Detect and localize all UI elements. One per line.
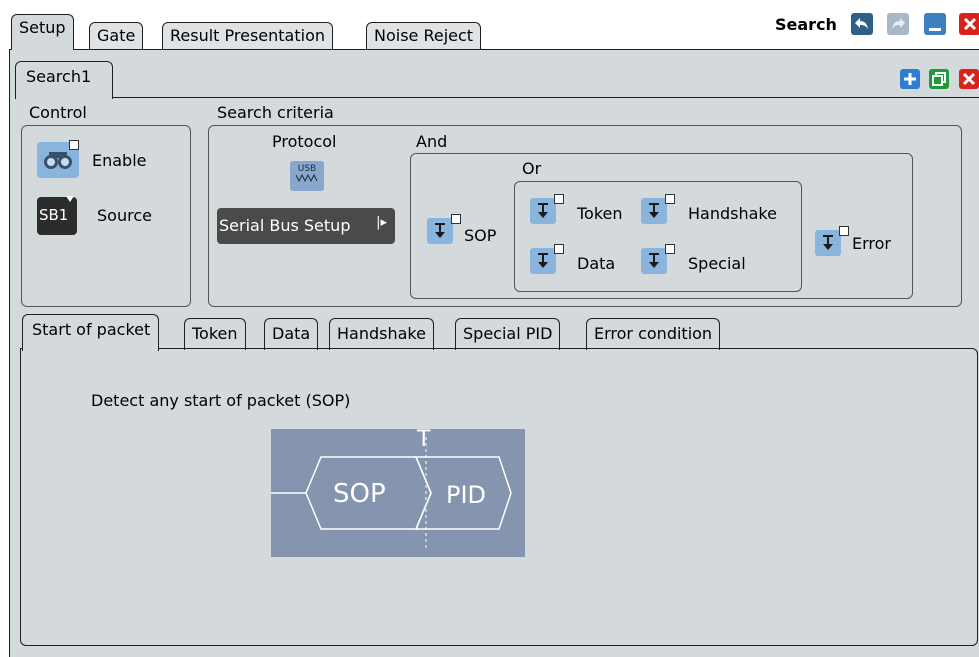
redo-icon[interactable] — [887, 13, 909, 35]
window-title: Search — [775, 15, 837, 34]
add-search-icon[interactable] — [900, 69, 920, 89]
handshake-toggle[interactable] — [641, 198, 667, 224]
tab-special-pid-label: Special PID — [463, 324, 553, 343]
trigger-marker: T — [417, 427, 431, 452]
undo-icon[interactable] — [851, 13, 873, 35]
source-button[interactable]: SB1 — [37, 197, 77, 235]
diagram-pid-label: PID — [446, 481, 487, 509]
trigger-down-icon — [538, 203, 548, 218]
delete-search-icon[interactable] — [959, 69, 979, 89]
tab-token[interactable]: Token — [184, 318, 246, 350]
sub-tab-divider — [112, 97, 979, 98]
special-label: Special — [688, 254, 746, 273]
source-dropdown-icon — [66, 196, 74, 202]
enable-checkbox[interactable] — [69, 140, 79, 150]
error-checkbox[interactable] — [839, 226, 849, 236]
tab-setup-label: Setup — [19, 18, 66, 37]
token-toggle[interactable] — [530, 198, 556, 224]
serial-bus-setup-button[interactable]: Serial Bus Setup |▸ — [217, 208, 395, 244]
serial-bus-setup-label: Serial Bus Setup — [219, 216, 351, 235]
protocol-label: Protocol — [272, 132, 337, 151]
special-checkbox[interactable] — [665, 244, 675, 254]
tab-data-label: Data — [272, 324, 311, 343]
trigger-down-icon — [435, 223, 445, 238]
sop-diagram: T SOP PID — [271, 427, 525, 557]
tab-handshake-label: Handshake — [337, 324, 426, 343]
or-label: Or — [522, 159, 542, 178]
error-toggle[interactable] — [815, 230, 841, 256]
tab-error-condition-label: Error condition — [594, 324, 713, 343]
tab-start-of-packet-label: Start of packet — [32, 320, 151, 339]
handshake-label: Handshake — [688, 204, 777, 223]
tab-noise-reject-label: Noise Reject — [374, 26, 474, 45]
error-label: Error — [852, 234, 891, 253]
trigger-down-icon — [649, 203, 659, 218]
tab-handshake[interactable]: Handshake — [329, 318, 434, 350]
source-label: Source — [97, 206, 152, 225]
tab-token-label: Token — [192, 324, 238, 343]
close-icon[interactable] — [959, 13, 979, 35]
sop-checkbox[interactable] — [451, 214, 461, 224]
criteria-heading: Search criteria — [217, 103, 334, 122]
data-checkbox[interactable] — [554, 244, 564, 254]
token-label: Token — [577, 204, 623, 223]
arrow-right-icon: |▸ — [376, 215, 387, 230]
tab-search1[interactable]: Search1 — [15, 61, 113, 99]
trigger-down-icon — [649, 253, 659, 268]
special-toggle[interactable] — [641, 248, 667, 274]
tab-special-pid[interactable]: Special PID — [455, 318, 561, 350]
tab-result-presentation-label: Result Presentation — [170, 26, 326, 45]
trigger-down-icon — [538, 253, 548, 268]
minimize-icon[interactable] — [924, 13, 946, 35]
sop-description: Detect any start of packet (SOP) — [91, 391, 351, 410]
tab-search1-label: Search1 — [26, 67, 92, 86]
tab-setup[interactable]: Setup — [11, 14, 74, 50]
tab-data[interactable]: Data — [264, 318, 319, 350]
data-label: Data — [577, 254, 616, 273]
tab-noise-reject[interactable]: Noise Reject — [366, 22, 482, 50]
data-toggle[interactable] — [530, 248, 556, 274]
handshake-checkbox[interactable] — [665, 194, 675, 204]
usb-protocol-icon[interactable]: USB — [290, 161, 324, 191]
tab-gate-label: Gate — [97, 26, 136, 45]
sop-label: SOP — [464, 226, 497, 245]
token-checkbox[interactable] — [554, 194, 564, 204]
and-label: And — [416, 132, 448, 151]
usb-protocol-text: USB — [297, 164, 317, 174]
sop-toggle[interactable] — [427, 218, 453, 244]
tab-start-of-packet[interactable]: Start of packet — [22, 314, 160, 351]
enable-label: Enable — [92, 151, 147, 170]
copy-search-icon[interactable] — [929, 69, 949, 89]
tab-result-presentation[interactable]: Result Presentation — [162, 22, 334, 50]
tab-error-condition[interactable]: Error condition — [586, 318, 721, 350]
source-icon-text: SB1 — [39, 206, 69, 224]
control-heading: Control — [29, 103, 87, 122]
tab-gate[interactable]: Gate — [89, 22, 144, 50]
trigger-down-icon — [823, 235, 833, 250]
diagram-sop-label: SOP — [333, 479, 386, 509]
